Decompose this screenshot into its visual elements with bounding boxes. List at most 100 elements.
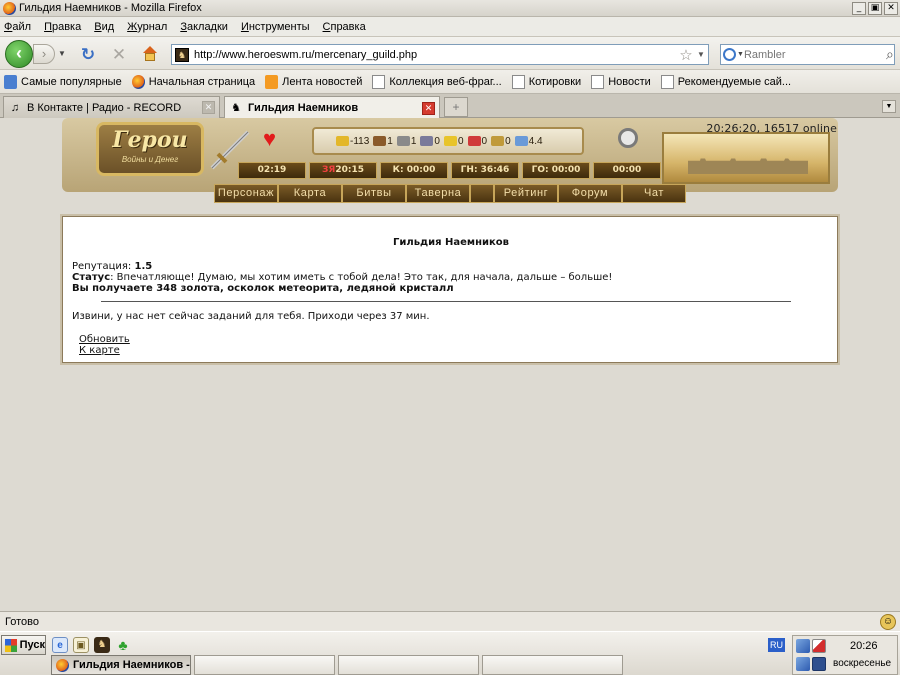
to-map-link[interactable]: К карте	[79, 345, 120, 356]
bookmark-news[interactable]: Новости	[591, 74, 651, 89]
url-dropdown-icon[interactable]: ▼	[694, 50, 708, 59]
heroes-game-icon[interactable]: ♞	[94, 637, 110, 653]
status-line: Статус: Впечатляюще! Думаю, мы хотим име…	[72, 272, 613, 283]
disk-icon[interactable]	[812, 657, 826, 671]
network-icon[interactable]	[796, 639, 810, 653]
bookmark-star-icon[interactable]: ☆	[678, 46, 694, 64]
menu-history[interactable]: Журнал	[127, 21, 167, 33]
timer-extra: 00:00	[593, 162, 661, 179]
timer-health: 02:19	[238, 162, 306, 179]
resource-ore: 1	[396, 136, 416, 147]
resource-wood: 1	[373, 136, 393, 147]
reputation-line: Репутация: 1.5	[72, 261, 153, 272]
internet-explorer-icon[interactable]: e	[52, 637, 68, 653]
bookmarks-toolbar: Самые популярные Начальная страница Лент…	[0, 70, 900, 94]
nav-character[interactable]: Персонаж	[215, 185, 279, 202]
status-text: Готово	[5, 615, 39, 628]
nav-chat[interactable]: Чат	[623, 185, 685, 202]
clover-icon[interactable]: ♣	[115, 637, 131, 653]
resource-mercury: 0	[420, 136, 440, 147]
taskbar-window-2[interactable]	[194, 655, 335, 675]
timer-hunters-guild: ГО: 00:00	[522, 162, 590, 179]
search-icon[interactable]: ⌕	[886, 46, 894, 63]
resources-bar: -113 1 1 0 0 0 0 4.4	[312, 127, 584, 155]
wood-icon	[373, 136, 387, 146]
site-favicon-icon: ♞	[231, 102, 241, 114]
menu-bar: Файл Правка Вид Журнал Закладки Инструме…	[0, 17, 900, 37]
wait-message: Извини, у нас нет сейчас заданий для теб…	[72, 311, 430, 322]
page-content: Герои Войны и Денег ♥ -113 1 1 0 0 0 0 4…	[0, 118, 900, 611]
game-logo[interactable]: Герои Войны и Денег	[96, 122, 204, 176]
resource-sulfur: 0	[443, 136, 464, 147]
restore-button[interactable]: ▣	[868, 1, 882, 15]
taskbar-window-3[interactable]	[338, 655, 479, 675]
nav-tavern[interactable]: Таверна	[407, 185, 471, 202]
menu-view[interactable]: Вид	[94, 21, 114, 33]
tab-close-icon[interactable]: ✕	[202, 101, 215, 114]
bookmark-start-page[interactable]: Начальная страница	[131, 74, 255, 89]
addon-status-icon[interactable]: ☺	[880, 613, 896, 630]
tab-list-dropdown-icon[interactable]: ▼	[882, 100, 896, 113]
star-folder-icon	[4, 74, 17, 89]
bookmark-web-slices[interactable]: Коллекция веб-фраг...	[372, 74, 502, 89]
tab-close-icon[interactable]: ✕	[422, 101, 435, 115]
start-button[interactable]: Пуск	[1, 635, 46, 655]
nav-rating[interactable]: Рейтинг	[495, 185, 559, 202]
site-favicon-icon: ♞	[175, 47, 189, 62]
music-note-icon: ♫	[10, 101, 20, 114]
search-engine-icon[interactable]: ▼	[723, 46, 744, 63]
close-window-button[interactable]: ✕	[884, 1, 898, 15]
menu-file[interactable]: Файл	[4, 21, 31, 33]
reload-icon[interactable]: ↻	[78, 45, 98, 65]
timers-bar: 02:19 ЗЯ20:15 К: 00:00 ГН: 36:46 ГО: 00:…	[238, 162, 664, 179]
page-icon	[511, 74, 525, 89]
new-tab-button[interactable]: +	[444, 97, 468, 117]
window-title: Гильдия Наемников - Mozilla Firefox	[19, 2, 202, 14]
bookmark-most-visited[interactable]: Самые популярные	[4, 74, 122, 89]
bookmark-recommended[interactable]: Рекомендуемые сай...	[660, 74, 791, 89]
timer-mercenary-guild: ГН: 36:46	[451, 162, 519, 179]
bookmark-quotes[interactable]: Котировки	[511, 74, 581, 89]
clock-time[interactable]: 20:26	[850, 640, 878, 652]
tab-mercenary-guild[interactable]: ♞ Гильдия Наемников ✕	[224, 96, 440, 119]
health-heart-icon[interactable]: ♥	[263, 128, 276, 150]
language-indicator[interactable]: RU	[768, 638, 785, 652]
nav-battles[interactable]: Битвы	[343, 185, 407, 202]
firefox-icon	[3, 1, 16, 15]
menu-tools[interactable]: Инструменты	[241, 21, 310, 33]
firefox-icon	[131, 74, 145, 89]
address-bar[interactable]: ♞ http://www.heroeswm.ru/mercenary_guild…	[171, 44, 709, 65]
timer-work: ЗЯ20:15	[309, 162, 377, 179]
taskbar-firefox-window[interactable]: Гильдия Наемников -...	[51, 655, 191, 675]
search-input[interactable]	[743, 48, 886, 61]
antivirus-icon[interactable]	[812, 639, 826, 653]
forward-button[interactable]: ›	[33, 44, 55, 64]
url-text[interactable]: http://www.heroeswm.ru/mercenary_guild.p…	[194, 49, 678, 61]
crystal-icon	[467, 136, 481, 146]
bookmark-news-feed[interactable]: Лента новостей	[265, 74, 362, 89]
clock-weekday: воскресенье	[833, 658, 892, 669]
status-bar: Готово ☺	[0, 611, 900, 631]
stop-icon[interactable]: ✕	[109, 45, 129, 65]
firefox-icon	[56, 658, 69, 672]
nav-map[interactable]: Карта	[279, 185, 343, 202]
show-desktop-icon[interactable]: ▣	[73, 637, 89, 653]
taskbar-window-4[interactable]	[482, 655, 623, 675]
minimize-button[interactable]: _	[852, 1, 866, 15]
history-dropdown-icon[interactable]: ▼	[56, 46, 68, 62]
network-icon[interactable]	[796, 657, 810, 671]
game-nav: Персонаж Карта Битвы Таверна Рейтинг Фор…	[214, 184, 686, 203]
refresh-link[interactable]: Обновить	[79, 334, 130, 345]
menu-help[interactable]: Справка	[323, 21, 366, 33]
menu-bookmarks[interactable]: Закладки	[180, 21, 228, 33]
page-icon	[372, 74, 386, 89]
menu-edit[interactable]: Правка	[44, 21, 81, 33]
ring-icon[interactable]	[618, 128, 638, 148]
nav-forum[interactable]: Форум	[559, 185, 623, 202]
back-button[interactable]: ‹	[5, 40, 33, 68]
castle-banner-image	[662, 132, 830, 184]
reputation-value: 1.5	[134, 261, 153, 272]
tab-vkontakte[interactable]: ♫ В Контакте | Радио - RECORD ✕	[3, 96, 220, 118]
server-time-online: 20:26:20, 16517 online	[706, 122, 837, 135]
home-icon[interactable]	[140, 45, 160, 65]
